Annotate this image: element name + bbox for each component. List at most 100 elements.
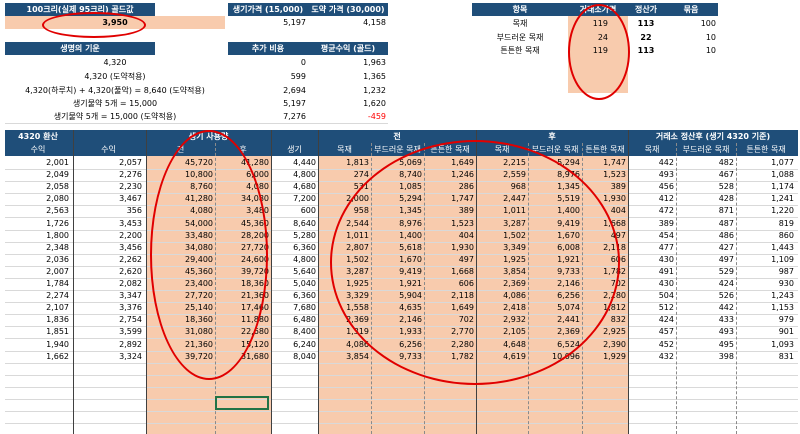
table-cell[interactable]: 442 [628,157,676,169]
table-cell[interactable]: 4,800 [271,254,318,266]
table-cell[interactable]: 1,077 [736,157,796,169]
table-cell[interactable]: 467 [676,169,736,181]
table-cell[interactable]: 1,940 [5,339,71,351]
table-cell[interactable]: 1,800 [5,230,71,242]
table-cell[interactable]: 819 [736,218,796,230]
table-cell[interactable]: 491 [628,266,676,278]
table-cell[interactable]: 526 [676,290,736,302]
leap-price-cell[interactable]: 4,158 [308,16,388,29]
table-cell[interactable]: 2,107 [5,302,71,314]
table-cell[interactable]: 8,400 [271,326,318,338]
table-cell[interactable]: 528 [676,181,736,193]
table-cell[interactable]: 6,240 [271,339,318,351]
table-cell[interactable]: 2,348 [5,242,71,254]
cost-row-extra[interactable]: 7,276 [228,110,308,123]
table-cell[interactable]: 497 [676,254,736,266]
table-cell[interactable]: 1,443 [736,242,796,254]
table-cell[interactable]: 600 [271,205,318,217]
cost-row-extra[interactable]: 0 [228,56,308,69]
cost-row-label[interactable]: 생기물약 5개 = 15,000 [5,97,225,110]
table-cell[interactable]: 3,324 [73,351,144,363]
table-cell[interactable]: 3,376 [73,302,144,314]
table-cell[interactable]: 427 [676,242,736,254]
table-cell[interactable]: 3,453 [73,218,144,230]
item-settle-price[interactable]: 22 [628,31,664,44]
table-cell[interactable]: 2,082 [73,278,144,290]
table-cell[interactable]: 493 [676,326,736,338]
table-cell[interactable]: 1,241 [736,193,796,205]
selected-cell[interactable] [215,396,269,410]
table-cell[interactable]: 1,784 [5,278,71,290]
table-cell[interactable]: 356 [73,205,144,217]
table-cell[interactable]: 6,480 [271,314,318,326]
cost-row-extra[interactable]: 5,197 [228,97,308,110]
table-cell[interactable]: 2,036 [5,254,71,266]
table-cell[interactable]: 8,640 [271,218,318,230]
cost-row-profit[interactable]: 1,620 [308,97,388,110]
cost-row-profit[interactable]: 1,365 [308,70,388,83]
item-bundle[interactable]: 10 [664,31,718,44]
table-cell[interactable]: 1,662 [5,351,71,363]
table-cell[interactable]: 432 [628,351,676,363]
table-cell[interactable]: 930 [736,278,796,290]
table-cell[interactable]: 4,440 [271,157,318,169]
table-cell[interactable]: 398 [676,351,736,363]
table-cell[interactable]: 4,680 [271,181,318,193]
table-cell[interactable]: 430 [628,254,676,266]
table-cell[interactable]: 477 [628,242,676,254]
table-cell[interactable]: 2,274 [5,290,71,302]
table-cell[interactable]: 2,007 [5,266,71,278]
cost-row-extra[interactable]: 599 [228,70,308,83]
table-cell[interactable]: 512 [628,302,676,314]
table-cell[interactable]: 1,220 [736,205,796,217]
table-cell[interactable]: 8,040 [271,351,318,363]
table-cell[interactable]: 2,057 [73,157,144,169]
table-cell[interactable]: 529 [676,266,736,278]
spreadsheet[interactable]: 100크리(실제 95크리) 골드값 생기가격 (15,000) 도약 가격 (… [0,0,800,434]
cost-row-label[interactable]: 4,320 [5,56,225,69]
table-cell[interactable]: 3,467 [73,193,144,205]
table-cell[interactable]: 2,620 [73,266,144,278]
table-cell[interactable]: 1,088 [736,169,796,181]
table-cell[interactable]: 831 [736,351,796,363]
table-cell[interactable]: 1,243 [736,290,796,302]
table-cell[interactable]: 493 [628,169,676,181]
item-name[interactable]: 튼튼한 목재 [472,44,568,57]
table-cell[interactable]: 389 [628,218,676,230]
table-cell[interactable]: 3,854 [318,351,371,363]
table-cell[interactable]: 6,360 [271,290,318,302]
table-cell[interactable]: 6,360 [271,242,318,254]
table-cell[interactable]: 7,200 [271,193,318,205]
table-cell[interactable]: 274 [318,169,371,181]
table-cell[interactable]: 5,640 [271,266,318,278]
table-cell[interactable]: 2,230 [73,181,144,193]
table-cell[interactable]: 2,262 [73,254,144,266]
table-cell[interactable]: 2,200 [73,230,144,242]
table-cell[interactable]: 495 [676,339,736,351]
table-cell[interactable]: 1,153 [736,302,796,314]
table-cell[interactable]: 1,174 [736,181,796,193]
table-cell[interactable]: 5,280 [271,230,318,242]
table-cell[interactable]: 428 [676,193,736,205]
table-cell[interactable]: 486 [676,230,736,242]
table-cell[interactable]: 3,599 [73,326,144,338]
table-cell[interactable]: 2,563 [5,205,71,217]
table-cell[interactable]: 487 [676,218,736,230]
table-cell[interactable]: 860 [736,230,796,242]
item-bundle[interactable]: 10 [664,44,718,57]
cost-row-profit[interactable]: 1,963 [308,56,388,69]
table-cell[interactable]: 4,800 [271,169,318,181]
item-bundle[interactable]: 100 [664,17,718,30]
table-cell[interactable]: 2,058 [5,181,71,193]
table-cell[interactable]: 433 [676,314,736,326]
cost-row-extra[interactable]: 2,694 [228,84,308,97]
table-cell[interactable]: 1,109 [736,254,796,266]
table-cell[interactable]: 454 [628,230,676,242]
table-cell[interactable]: 5,040 [271,278,318,290]
vitality-price-cell[interactable]: 5,197 [228,16,308,29]
table-cell[interactable]: 457 [628,326,676,338]
cost-row-label[interactable]: 생기물약 5개 = 15,000 (도약적용) [5,110,225,123]
table-cell[interactable]: 1,851 [5,326,71,338]
table-cell[interactable]: 452 [628,339,676,351]
table-cell[interactable]: 1,726 [5,218,71,230]
